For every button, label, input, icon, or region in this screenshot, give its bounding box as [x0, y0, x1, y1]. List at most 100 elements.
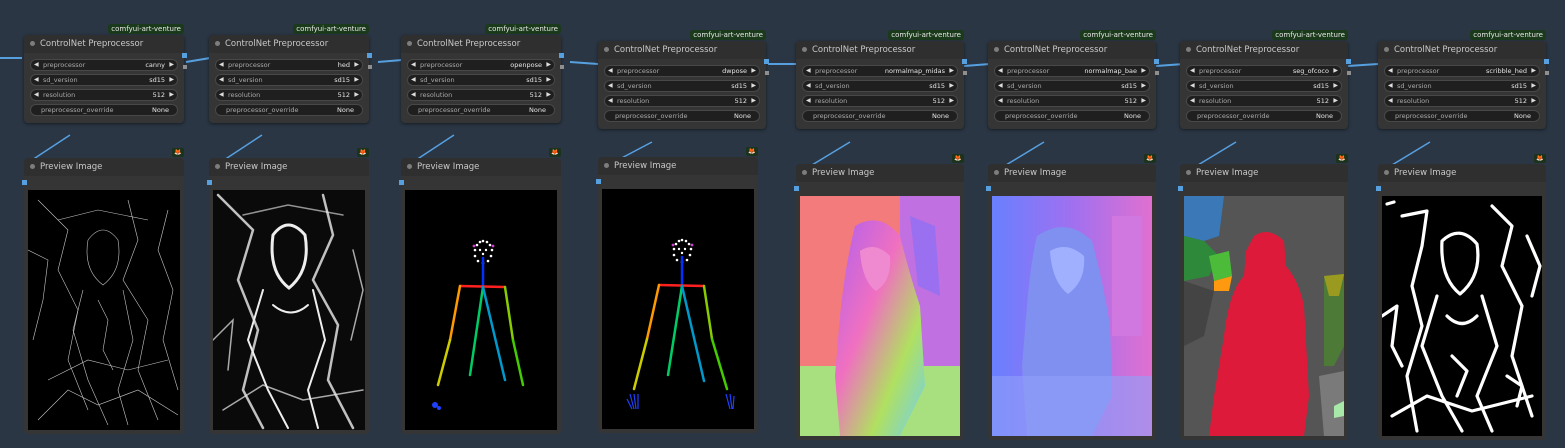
input-port[interactable]: [1178, 186, 1183, 191]
sd-version-combo[interactable]: ◀ sd_version sd15 ▶: [407, 74, 555, 86]
output-port[interactable]: [1544, 59, 1549, 64]
collapse-dot-icon[interactable]: [994, 47, 999, 52]
sd-version-combo[interactable]: ◀ sd_version sd15 ▶: [1384, 80, 1540, 92]
sd-version-combo[interactable]: ◀ sd_version sd15 ▶: [604, 80, 760, 92]
resolution-number[interactable]: ◀ resolution 512 ▶: [802, 95, 958, 107]
node-title[interactable]: ControlNet Preprocessor: [1378, 41, 1546, 59]
controlnet-preprocessor-node[interactable]: ControlNet Preprocessor ◀ preprocessor nor…: [796, 41, 967, 129]
preprocessor-combo[interactable]: ◀ preprocessor hed ▶: [215, 59, 363, 71]
preprocessor-override-field[interactable]: preprocessor_override None: [1384, 110, 1540, 122]
controlnet-preprocessor-node[interactable]: ControlNet Preprocessor ◀ preprocessor scr…: [1378, 41, 1549, 129]
output-port[interactable]: [1346, 59, 1351, 64]
node-title[interactable]: Preview Image: [209, 158, 369, 176]
controlnet-preprocessor-node[interactable]: ControlNet Preprocessor ◀ preprocessor nor…: [988, 41, 1159, 129]
preview-image-node[interactable]: Preview Image: [22, 158, 184, 434]
preprocessor-combo[interactable]: ◀ preprocessor seg_ofcoco ▶: [1186, 65, 1342, 77]
preview-image-node[interactable]: Preview Image: [1178, 164, 1348, 440]
node-title[interactable]: ControlNet Preprocessor: [209, 35, 369, 53]
node-title[interactable]: Preview Image: [988, 164, 1156, 182]
collapse-dot-icon[interactable]: [215, 164, 220, 169]
node-title[interactable]: ControlNet Preprocessor: [796, 41, 964, 59]
input-port[interactable]: [22, 180, 27, 185]
collapse-dot-icon[interactable]: [407, 164, 412, 169]
collapse-dot-icon[interactable]: [1186, 47, 1191, 52]
sd-version-combo[interactable]: ◀ sd_version sd15 ▶: [30, 74, 178, 86]
node-title[interactable]: Preview Image: [1180, 164, 1348, 182]
preview-image-node[interactable]: Preview Image: [794, 164, 964, 440]
input-port[interactable]: [986, 186, 991, 191]
preprocessor-override-field[interactable]: preprocessor_override None: [1186, 110, 1342, 122]
preprocessor-combo[interactable]: ◀ preprocessor dwpose ▶: [604, 65, 760, 77]
resolution-number[interactable]: ◀ resolution 512 ▶: [1186, 95, 1342, 107]
controlnet-preprocessor-node[interactable]: ControlNet Preprocessor ◀ preprocessor ope…: [401, 35, 564, 123]
output-port[interactable]: [764, 59, 769, 64]
output-port-secondary[interactable]: [963, 71, 967, 75]
resolution-number[interactable]: ◀ resolution 512 ▶: [30, 89, 178, 101]
collapse-dot-icon[interactable]: [215, 41, 220, 46]
node-title[interactable]: Preview Image: [24, 158, 184, 176]
node-title[interactable]: ControlNet Preprocessor: [24, 35, 184, 53]
output-port[interactable]: [182, 53, 187, 58]
preview-image-node[interactable]: Preview Image: [207, 158, 369, 434]
preview-image-node[interactable]: Preview Image: [1376, 164, 1546, 440]
output-port[interactable]: [962, 59, 967, 64]
output-port[interactable]: [367, 53, 372, 58]
preview-image-node[interactable]: Preview Image: [986, 164, 1156, 440]
controlnet-preprocessor-node[interactable]: ControlNet Preprocessor ◀ preprocessor dwp…: [598, 41, 769, 129]
collapse-dot-icon[interactable]: [994, 170, 999, 175]
output-port-secondary[interactable]: [765, 71, 769, 75]
resolution-number[interactable]: ◀ resolution 512 ▶: [407, 89, 555, 101]
node-title[interactable]: ControlNet Preprocessor: [401, 35, 561, 53]
sd-version-combo[interactable]: ◀ sd_version sd15 ▶: [994, 80, 1150, 92]
preprocessor-combo[interactable]: ◀ preprocessor normalmap_bae ▶: [994, 65, 1150, 77]
output-port[interactable]: [559, 53, 564, 58]
preprocessor-override-field[interactable]: preprocessor_override None: [994, 110, 1150, 122]
resolution-number[interactable]: ◀ resolution 512 ▶: [994, 95, 1150, 107]
sd-version-combo[interactable]: ◀ sd_version sd15 ▶: [215, 74, 363, 86]
collapse-dot-icon[interactable]: [30, 41, 35, 46]
input-port[interactable]: [794, 186, 799, 191]
resolution-number[interactable]: ◀ resolution 512 ▶: [1384, 95, 1540, 107]
controlnet-preprocessor-node[interactable]: ControlNet Preprocessor ◀ preprocessor hed…: [209, 35, 372, 123]
input-port[interactable]: [207, 180, 212, 185]
output-port-secondary[interactable]: [183, 65, 187, 69]
input-port[interactable]: [596, 179, 601, 184]
collapse-dot-icon[interactable]: [604, 47, 609, 52]
output-port-secondary[interactable]: [1545, 71, 1549, 75]
controlnet-preprocessor-node[interactable]: ControlNet Preprocessor ◀ preprocessor seg…: [1180, 41, 1351, 129]
output-port-secondary[interactable]: [1155, 71, 1159, 75]
preprocessor-combo[interactable]: ◀ preprocessor openpose ▶: [407, 59, 555, 71]
collapse-dot-icon[interactable]: [30, 164, 35, 169]
collapse-dot-icon[interactable]: [407, 41, 412, 46]
preprocessor-override-field[interactable]: preprocessor_override None: [604, 110, 760, 122]
collapse-dot-icon[interactable]: [1384, 170, 1389, 175]
preprocessor-override-field[interactable]: preprocessor_override None: [215, 104, 363, 116]
node-title[interactable]: Preview Image: [401, 158, 561, 176]
preview-image-node[interactable]: Preview Image: [399, 158, 561, 434]
resolution-number[interactable]: ◀ resolution 512 ▶: [604, 95, 760, 107]
collapse-dot-icon[interactable]: [604, 163, 609, 168]
node-title[interactable]: ControlNet Preprocessor: [1180, 41, 1348, 59]
node-title[interactable]: Preview Image: [598, 157, 758, 175]
output-port-secondary[interactable]: [1347, 71, 1351, 75]
output-port-secondary[interactable]: [560, 65, 564, 69]
sd-version-combo[interactable]: ◀ sd_version sd15 ▶: [1186, 80, 1342, 92]
input-port[interactable]: [1376, 186, 1381, 191]
preprocessor-override-field[interactable]: preprocessor_override None: [802, 110, 958, 122]
node-title[interactable]: ControlNet Preprocessor: [598, 41, 766, 59]
node-title[interactable]: Preview Image: [796, 164, 964, 182]
preprocessor-combo[interactable]: ◀ preprocessor scribble_hed ▶: [1384, 65, 1540, 77]
resolution-number[interactable]: ◀ resolution 512 ▶: [215, 89, 363, 101]
controlnet-preprocessor-node[interactable]: ControlNet Preprocessor ◀ preprocessor can…: [24, 35, 187, 123]
preprocessor-override-field[interactable]: preprocessor_override None: [407, 104, 555, 116]
output-port[interactable]: [1154, 59, 1159, 64]
collapse-dot-icon[interactable]: [1384, 47, 1389, 52]
collapse-dot-icon[interactable]: [802, 47, 807, 52]
preview-image-node[interactable]: Preview Image: [596, 157, 758, 433]
node-title[interactable]: ControlNet Preprocessor: [988, 41, 1156, 59]
preprocessor-combo[interactable]: ◀ preprocessor canny ▶: [30, 59, 178, 71]
preprocessor-override-field[interactable]: preprocessor_override None: [30, 104, 178, 116]
input-port[interactable]: [399, 180, 404, 185]
collapse-dot-icon[interactable]: [1186, 170, 1191, 175]
output-port-secondary[interactable]: [368, 65, 372, 69]
